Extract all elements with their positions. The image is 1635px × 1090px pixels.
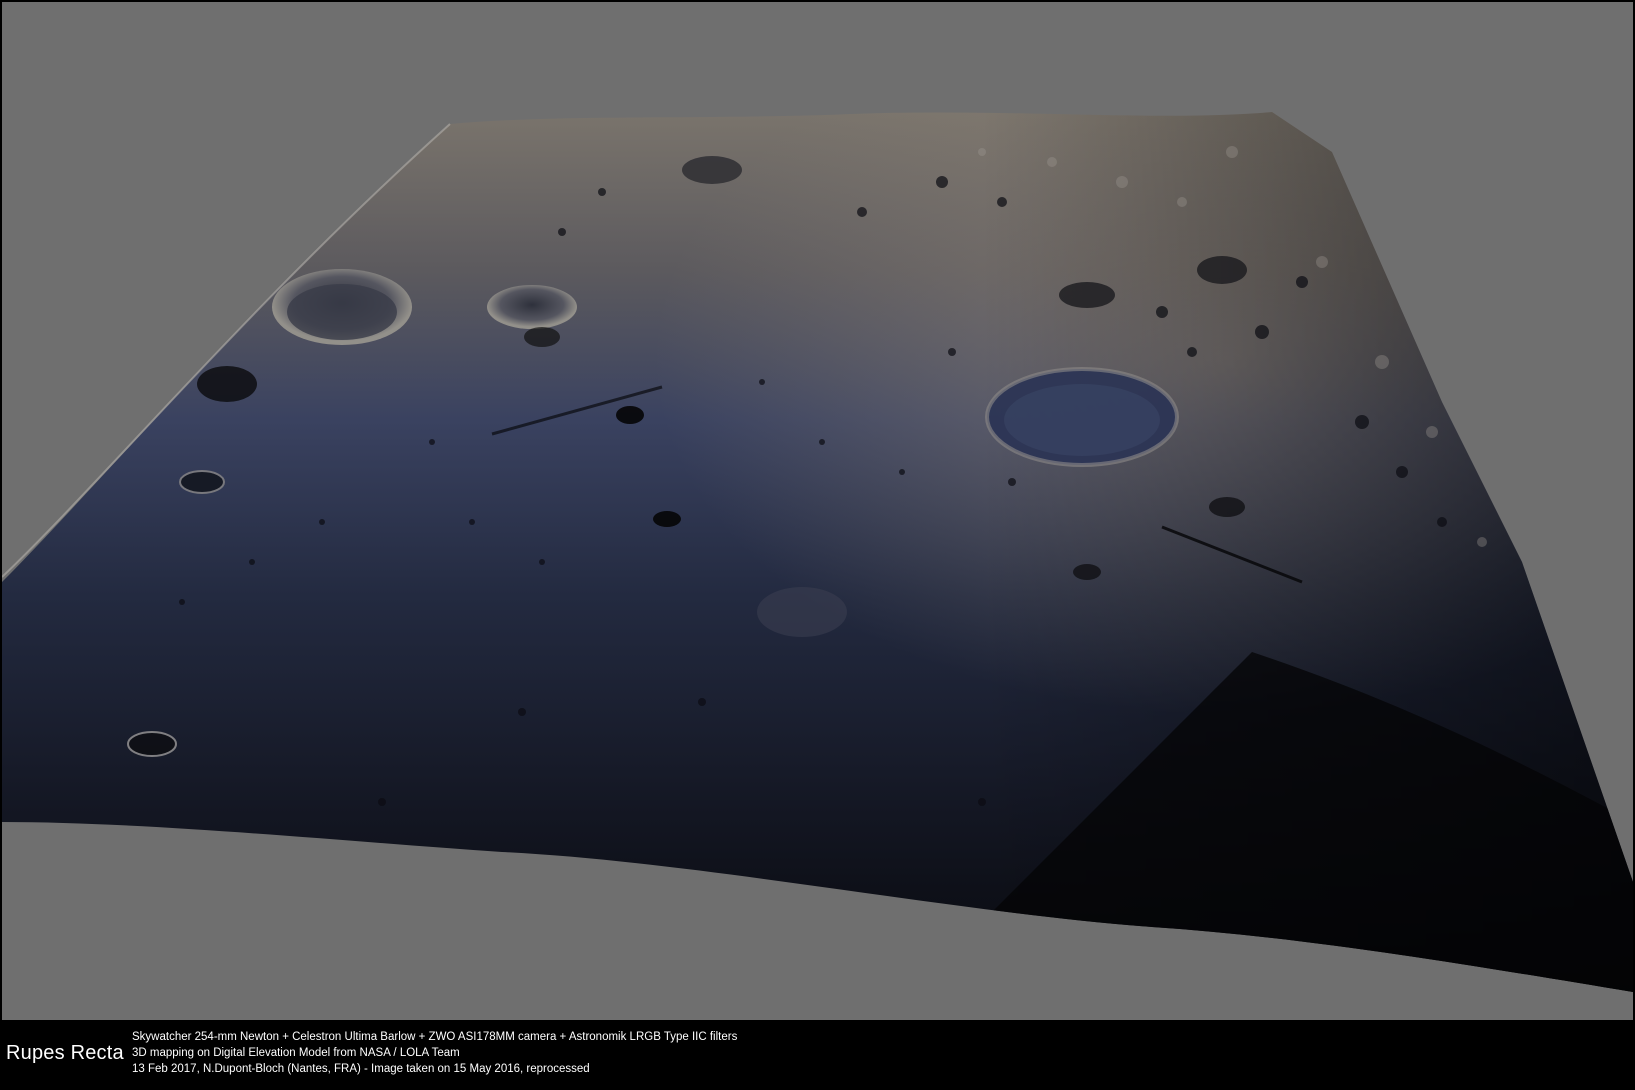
crater-large-left — [272, 269, 412, 345]
caption-line-equipment: Skywatcher 254-mm Newton + Celestron Ult… — [132, 1031, 738, 1043]
image-title: Rupes Recta — [6, 1042, 124, 1064]
lunar-terrain-render — [2, 112, 1633, 992]
caption-line-mapping: 3D mapping on Digital Elevation Model fr… — [132, 1047, 460, 1059]
crater-birt-region — [985, 367, 1179, 467]
caption-bar: Rupes Recta Skywatcher 254-mm Newton + C… — [0, 1020, 1635, 1090]
image-frame: Rupes Recta Skywatcher 254-mm Newton + C… — [0, 0, 1635, 1090]
caption-line-credit: 13 Feb 2017, N.Dupont-Bloch (Nantes, FRA… — [132, 1063, 590, 1075]
render-viewport — [2, 2, 1633, 1020]
